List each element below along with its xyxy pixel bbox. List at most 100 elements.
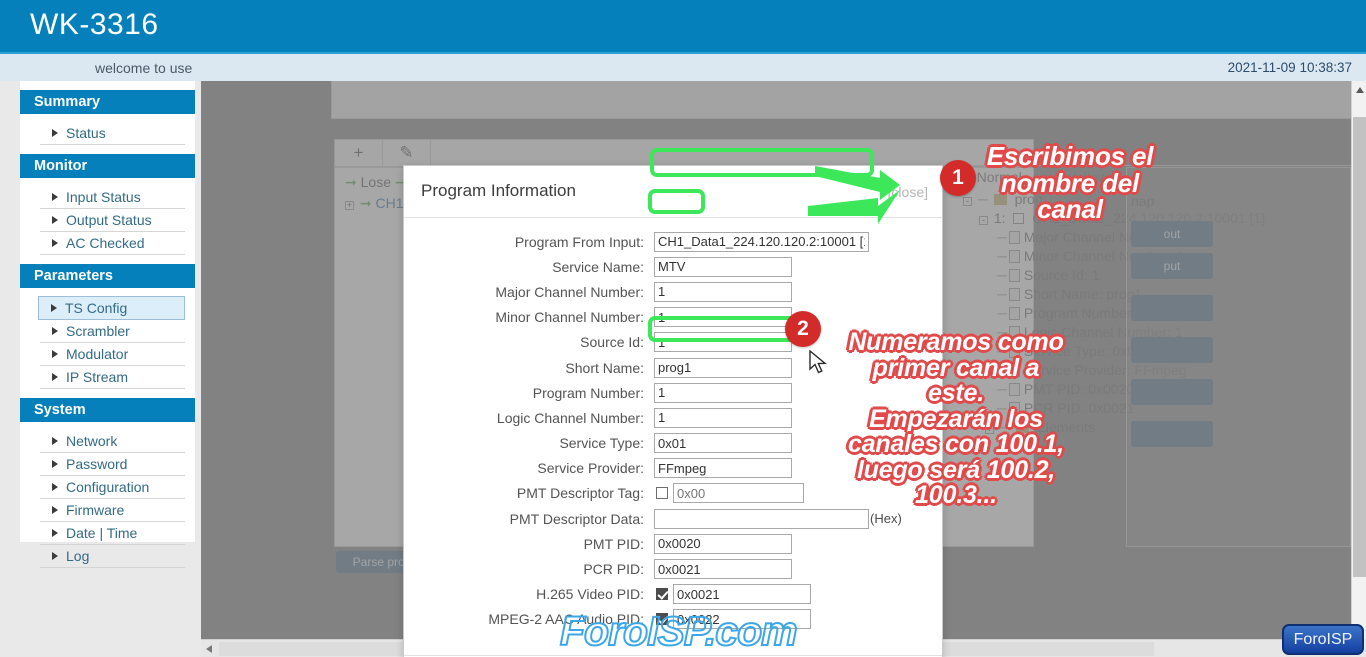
tree-connector: ─ [997, 399, 1007, 416]
pencil-icon[interactable]: ✎ [383, 140, 431, 166]
sidebar-item-scrambler[interactable]: Scrambler [40, 320, 185, 343]
side-button-label: out [1163, 227, 1181, 241]
arrow-right-icon: ➞ [359, 195, 372, 211]
document-icon [1008, 230, 1020, 244]
sidebar-item-date-time[interactable]: Date | Time [40, 522, 185, 545]
sidebar-item-modulator[interactable]: Modulator [40, 343, 185, 366]
logic-channel-number-field[interactable] [654, 407, 792, 428]
sidebar-item-log[interactable]: Log [40, 545, 185, 568]
program-checkbox[interactable] [1013, 212, 1025, 224]
service-type-field[interactable] [654, 433, 792, 454]
triangle-right-icon [52, 373, 58, 381]
field-program-from-input: Program From Input: [404, 229, 942, 254]
field-label: Service Provider: [537, 460, 644, 477]
vertical-scroll-thumb[interactable] [1353, 117, 1366, 577]
sidebar-item-ac-checked[interactable]: AC Checked [40, 232, 185, 255]
h265-video-pid-checkbox[interactable] [656, 588, 668, 601]
triangle-right-icon [52, 552, 58, 560]
map-label: nap [1131, 193, 1155, 209]
source-id-field[interactable] [654, 332, 792, 353]
tree-connector: ─ [997, 342, 1007, 359]
field-pmt-descriptor-data: PMT Descriptor Data: (Hex) [404, 506, 942, 531]
sidebar-item-firmware[interactable]: Firmware [40, 499, 185, 522]
dialog-title: Program Information [421, 181, 576, 200]
pmt-descriptor-tag-checkbox[interactable] [656, 487, 668, 500]
triangle-right-icon [51, 304, 57, 312]
field-label: H.265 Video PID: [536, 586, 644, 603]
app-root: WK-3316 welcome to use 2021-11-09 10:38:… [0, 0, 1366, 657]
side-button-4[interactable] [1131, 337, 1213, 363]
field-label: Source Id: [580, 334, 644, 351]
side-button-out[interactable]: out [1131, 221, 1213, 247]
side-button-3[interactable] [1131, 295, 1213, 321]
pmt-descriptor-tag-field[interactable] [673, 483, 804, 504]
expand-icon[interactable]: + [345, 201, 354, 210]
document-icon [1008, 382, 1020, 396]
sidebar-item-output-status[interactable]: Output Status [40, 209, 185, 232]
service-provider-field[interactable] [654, 458, 792, 479]
tree-detail-label: Service Type: 0x01 [1023, 342, 1143, 359]
scroll-left-arrow-icon[interactable] [206, 645, 212, 653]
dialog-close-link[interactable]: [close] [888, 184, 928, 200]
field-minor-channel-number: Minor Channel Number: [404, 305, 942, 330]
collapse-icon[interactable]: - [963, 196, 972, 206]
document-icon [1008, 249, 1020, 263]
pmt-pid-field[interactable] [654, 533, 792, 554]
tree-detail-label: Source Id: 1 [1023, 266, 1100, 283]
sidebar-item-label: Modulator [66, 346, 129, 362]
plus-icon[interactable]: + [335, 140, 383, 166]
document-icon [1008, 344, 1020, 358]
sidebar-item-label: Output Status [66, 212, 152, 228]
dialog-body: Program From Input: Service Name: Major … [404, 218, 942, 655]
sidebar-item-input-status[interactable]: Input Status [40, 186, 185, 209]
input-toolbar[interactable]: + ✎ [334, 139, 1034, 167]
sidebar-item-label: Password [66, 456, 128, 472]
side-button-6[interactable] [1131, 421, 1213, 447]
brand-bar: WK-3316 [0, 0, 1366, 52]
sidebar-group-monitor: Monitor [20, 154, 195, 178]
vertical-scrollbar[interactable] [1351, 81, 1366, 639]
triangle-right-icon [52, 483, 58, 491]
field-pmt-descriptor-tag: PMT Descriptor Tag: [404, 481, 942, 506]
side-button-5[interactable] [1131, 379, 1213, 405]
sidebar-group-system: System [20, 398, 195, 422]
field-label: Program From Input: [514, 233, 644, 250]
sidebar-item-label: Configuration [66, 479, 150, 495]
sidebar-item-network[interactable]: Network [40, 430, 185, 453]
service-name-field[interactable] [654, 256, 792, 277]
field-label: Service Name: [552, 258, 644, 275]
sidebar-item-password[interactable]: Password [40, 453, 185, 476]
program-number-field[interactable] [654, 382, 792, 403]
short-name-field[interactable] [654, 357, 792, 378]
field-program-number: Program Number: [404, 380, 942, 405]
program-from-input-field[interactable] [654, 231, 869, 252]
field-h265-video-pid: H.265 Video PID: [404, 582, 942, 607]
sidebar-item-status[interactable]: Status [40, 122, 185, 145]
pcr-pid-field[interactable] [654, 559, 792, 580]
field-logic-channel-number: Logic Channel Number: [404, 405, 942, 430]
sidebar-item-ts-config[interactable]: TS Config [38, 296, 185, 320]
tree-detail-label: PMT PID: 0x0020 [1023, 380, 1135, 397]
triangle-right-icon [52, 460, 58, 468]
pmt-descriptor-data-field[interactable] [654, 508, 869, 529]
legend-overflow-label: Overflow [1052, 169, 1109, 185]
minor-channel-number-field[interactable] [654, 307, 792, 328]
side-button-put[interactable]: put [1131, 253, 1213, 279]
sidebar-item-ip-stream[interactable]: IP Stream [40, 366, 185, 389]
triangle-right-icon [52, 216, 58, 224]
sidebar-group-parameters: Parameters [20, 264, 195, 288]
triangle-right-icon [52, 327, 58, 335]
field-label: PCR PID: [583, 561, 644, 578]
sidebar-item-configuration[interactable]: Configuration [40, 476, 185, 499]
tree-connector: ─ [997, 285, 1007, 302]
tree-connector: ─ [997, 228, 1007, 245]
h265-video-pid-field[interactable] [673, 584, 811, 605]
major-channel-number-field[interactable] [654, 281, 792, 302]
scroll-up-arrow-icon[interactable] [1356, 87, 1364, 93]
tree-detail-label: PCR PID: 0x0021 [1023, 399, 1135, 416]
expand-icon[interactable]: + [985, 424, 994, 434]
collapse-icon[interactable]: - [979, 215, 988, 225]
arrow-right-icon: ➞ [345, 174, 357, 190]
triangle-right-icon [52, 350, 58, 358]
hex-suffix-label: (Hex) [870, 511, 902, 527]
